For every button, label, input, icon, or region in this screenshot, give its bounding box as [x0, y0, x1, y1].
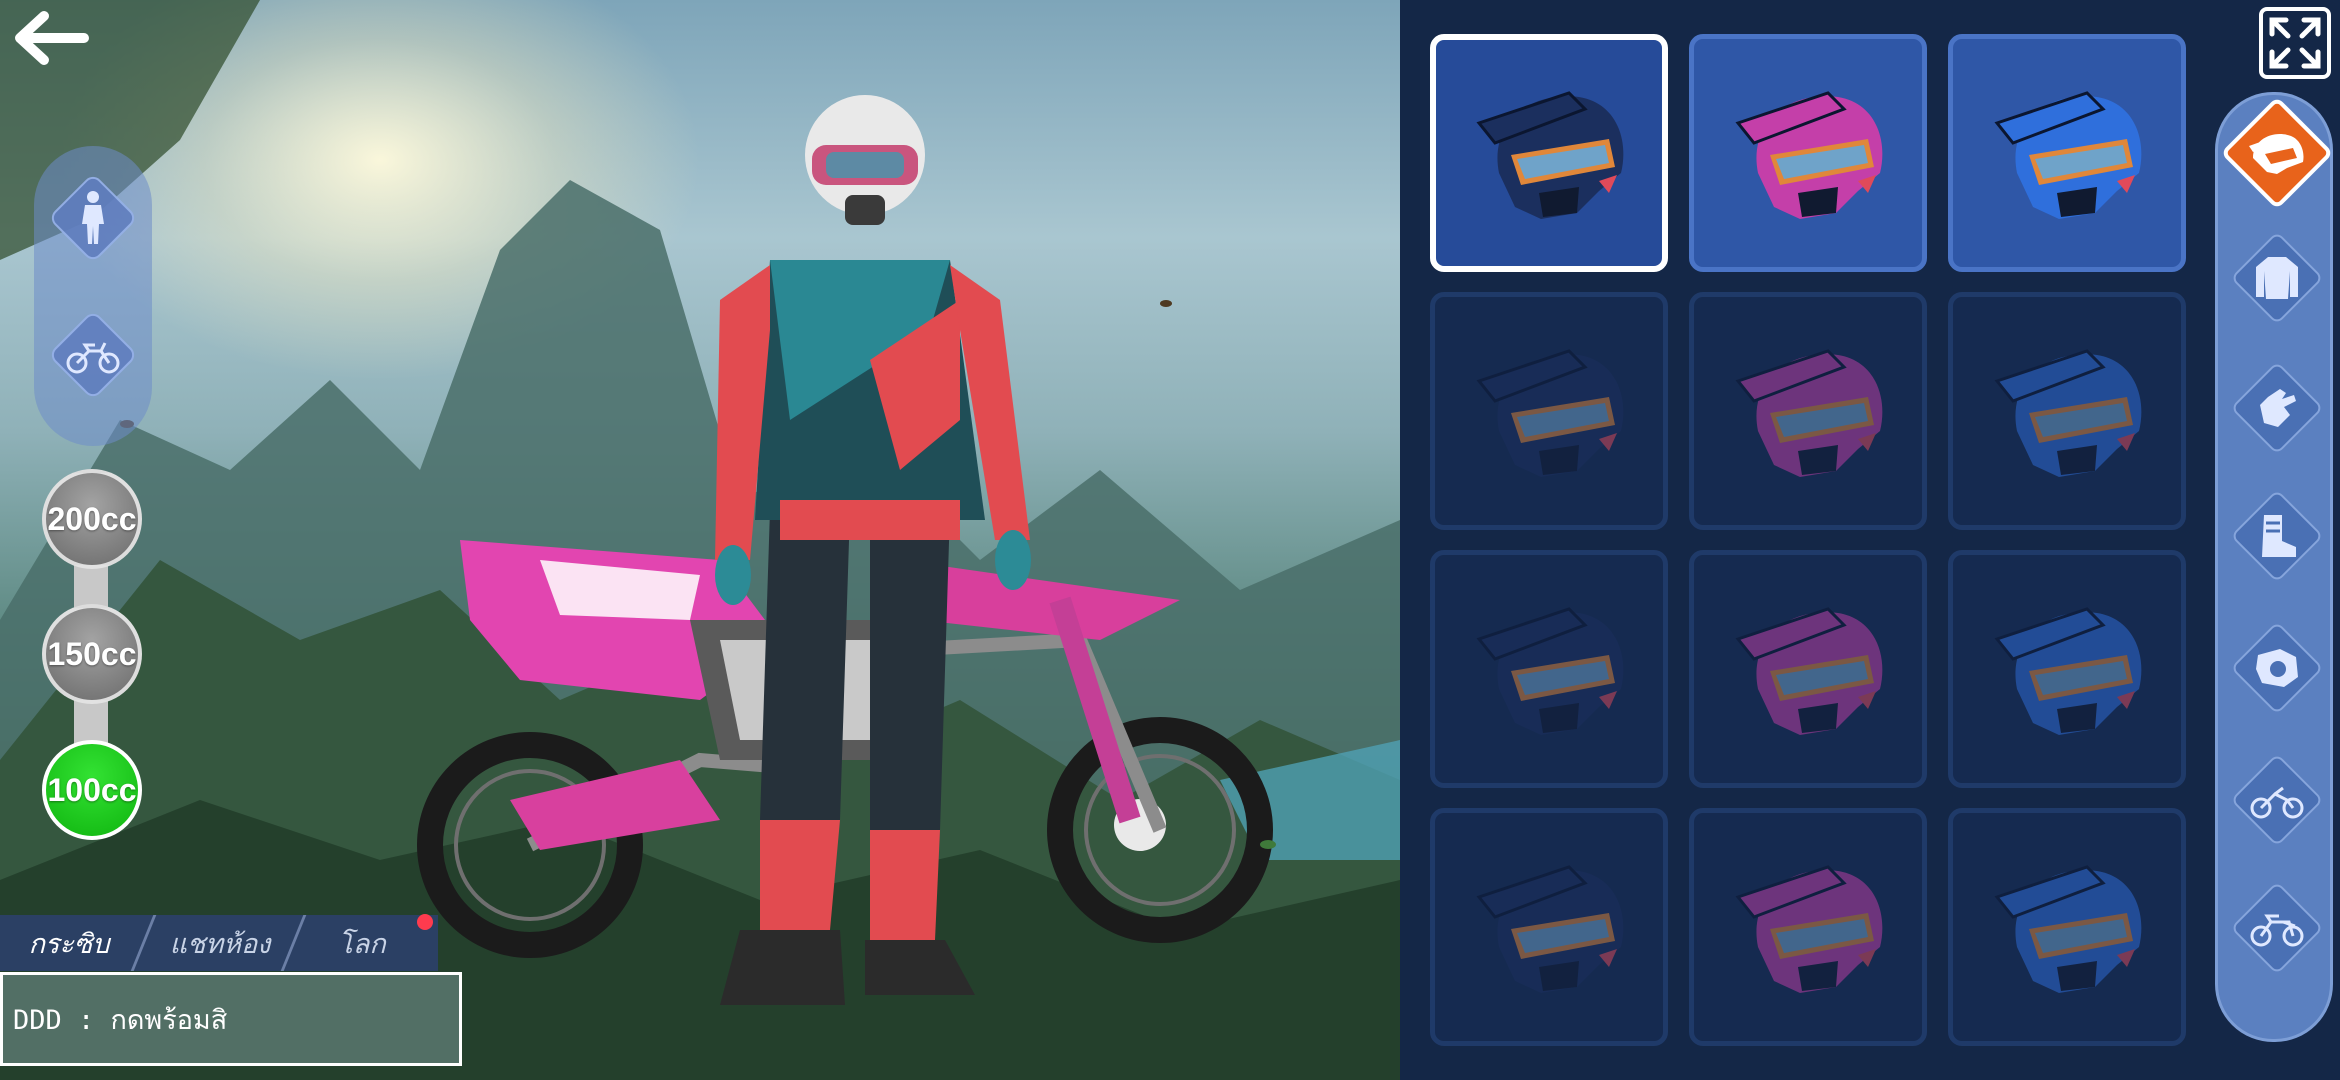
category-bar: [2215, 92, 2334, 1042]
helmet-slot[interactable]: [1689, 292, 1927, 530]
category-jersey-button[interactable]: [2230, 231, 2324, 325]
helmet-slot[interactable]: [1430, 550, 1668, 788]
rider-icon: [82, 191, 104, 244]
notification-dot: [417, 914, 433, 930]
category-frame-button[interactable]: [2230, 753, 2324, 847]
helmet-slot[interactable]: [1689, 34, 1927, 272]
helmet-slot[interactable]: [1430, 292, 1668, 530]
leaf-particle: [1160, 300, 1172, 307]
chat-tab-whisper[interactable]: กระซิบ: [0, 915, 138, 971]
helmet-icon: [1735, 865, 1883, 993]
boot-icon: [2262, 515, 2296, 557]
cc-200-button[interactable]: 200cc: [42, 469, 142, 569]
cc-100-button[interactable]: 100cc: [42, 740, 142, 840]
mode-selector: [34, 146, 152, 446]
chat-message-box[interactable]: DDD : กดพร้อมสิ: [0, 972, 462, 1066]
helmet-icon: [1476, 607, 1624, 735]
helmet-icon: [1476, 349, 1624, 477]
helmet-slot[interactable]: [1689, 550, 1927, 788]
glove-icon: [2260, 389, 2296, 427]
helmet-icon: [1735, 349, 1883, 477]
helmet-icon: [1735, 91, 1883, 219]
category-boots-button[interactable]: [2230, 489, 2324, 583]
fullscreen-button[interactable]: [2258, 6, 2332, 80]
category-helmet-button[interactable]: [2220, 96, 2334, 210]
bike-mode-button[interactable]: [47, 309, 139, 401]
rider-mode-button[interactable]: [47, 172, 139, 264]
engine-icon: [2256, 649, 2298, 687]
chat-tab-bar: กระซิบ แชทห้อง โลก: [0, 915, 438, 971]
helmet-icon: [1994, 91, 2142, 219]
helmet-icon: [1735, 607, 1883, 735]
helmet-slot[interactable]: [1948, 34, 2186, 272]
chat-message: DDD : กดพร้อมสิ: [13, 1004, 228, 1036]
helmet-slot[interactable]: [1948, 292, 2186, 530]
helmet-slot[interactable]: [1948, 808, 2186, 1046]
helmet-icon: [1476, 91, 1624, 219]
helmet-slot[interactable]: [1948, 550, 2186, 788]
helmet-slot[interactable]: [1430, 808, 1668, 1046]
bike-frame-icon: [2250, 786, 2304, 819]
fullscreen-icon: [2259, 7, 2331, 79]
category-bike-button[interactable]: [2230, 881, 2324, 975]
helmet-icon: [1994, 865, 2142, 993]
leaf-particle: [1260, 840, 1276, 849]
motorbike-icon: [2250, 914, 2304, 947]
motorbike-icon: [66, 342, 120, 374]
helmet-icon: [2249, 134, 2304, 174]
helmet-icon: [1994, 607, 2142, 735]
helmet-icon: [1994, 349, 2142, 477]
back-button[interactable]: [10, 8, 90, 68]
jersey-icon: [2256, 257, 2298, 299]
chat-tab-world[interactable]: โลก: [300, 915, 424, 971]
helmet-icon: [1476, 865, 1624, 993]
category-gloves-button[interactable]: [2230, 361, 2324, 455]
helmet-slot[interactable]: [1689, 808, 1927, 1046]
cc-150-button[interactable]: 150cc: [42, 604, 142, 704]
category-engine-button[interactable]: [2230, 621, 2324, 715]
helmet-slot[interactable]: [1430, 34, 1668, 272]
chat-tab-room[interactable]: แชทห้อง: [150, 915, 290, 971]
back-arrow-icon: [15, 11, 89, 65]
